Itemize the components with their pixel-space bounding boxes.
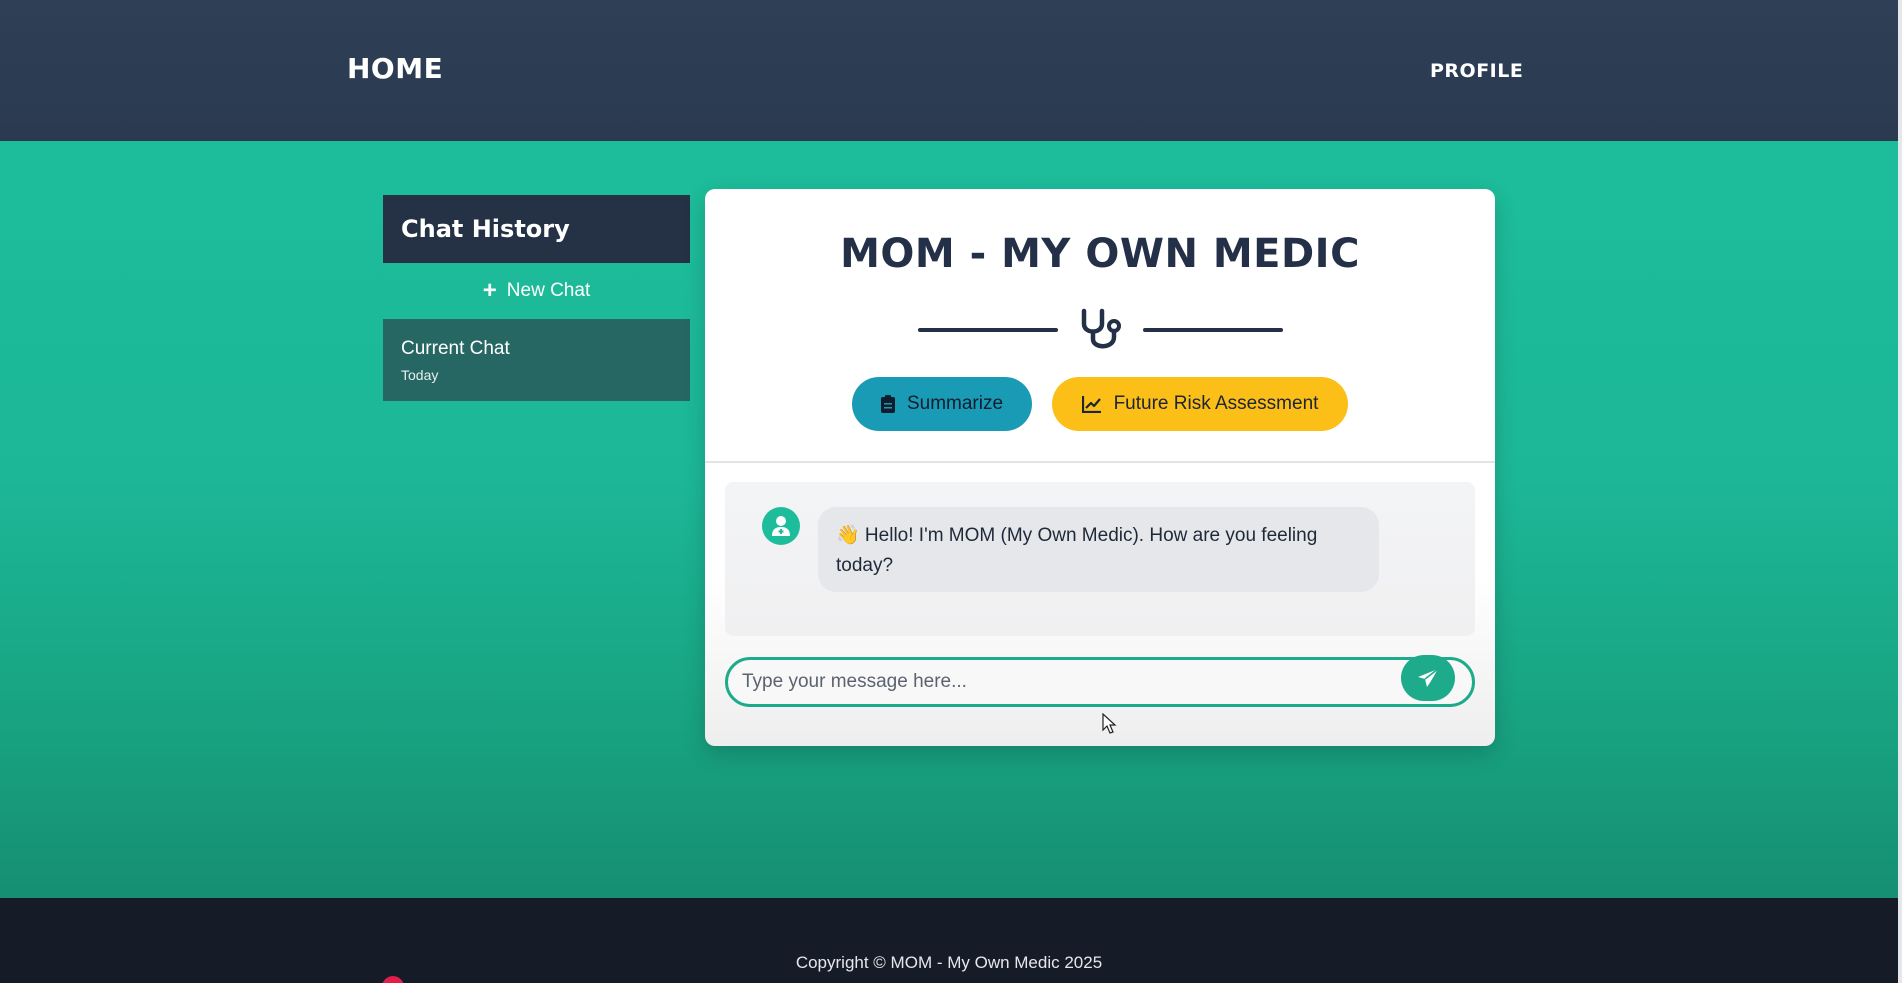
chat-history-title: Chat History <box>383 195 690 263</box>
mouse-cursor-icon <box>1102 713 1117 734</box>
message-list: 👋 Hello! I'm MOM (My Own Medic). How are… <box>725 482 1475 636</box>
app-title: MOM - MY OWN MEDIC <box>840 231 1360 277</box>
divider-line <box>1143 328 1283 332</box>
summarize-label: Summarize <box>906 393 1004 414</box>
send-button[interactable] <box>1401 655 1455 701</box>
summarize-button[interactable]: Summarize <box>852 377 1032 431</box>
top-navbar: HOME PROFILE <box>0 0 1898 141</box>
chat-item-date: Today <box>401 367 439 383</box>
risk-label: Future Risk Assessment <box>1113 393 1319 414</box>
profile-link[interactable]: PROFILE <box>1430 60 1523 82</box>
message-composer <box>725 655 1475 707</box>
title-divider <box>918 304 1283 354</box>
footer: Copyright © MOM - My Own Medic 2025 <box>0 898 1898 983</box>
chart-line-icon <box>1081 396 1101 413</box>
scrollbar[interactable] <box>1898 0 1902 983</box>
home-link[interactable]: HOME <box>347 52 443 85</box>
paper-plane-icon <box>1418 668 1439 687</box>
card-separator <box>705 461 1495 463</box>
new-chat-button[interactable]: + New Chat <box>383 263 690 319</box>
copyright-text: Copyright © MOM - My Own Medic 2025 <box>795 953 1103 972</box>
divider-line <box>918 328 1058 332</box>
notification-dot <box>382 976 404 983</box>
message-input[interactable] <box>742 660 1382 704</box>
stethoscope-icon <box>1081 308 1121 349</box>
chat-history-item[interactable]: Current Chat Today <box>383 319 690 401</box>
chat-history-sidebar: Chat History + New Chat Current Chat Tod… <box>383 195 690 401</box>
plus-icon: + <box>482 277 497 304</box>
future-risk-assessment-button[interactable]: Future Risk Assessment <box>1052 377 1348 431</box>
new-chat-label: New Chat <box>506 280 591 301</box>
doctor-icon <box>762 507 800 545</box>
bot-message: 👋 Hello! I'm MOM (My Own Medic). How are… <box>818 507 1379 592</box>
chat-card: MOM - MY OWN MEDIC Summarize Future Risk… <box>705 189 1495 746</box>
clipboard-icon <box>880 395 895 413</box>
chat-item-title: Current Chat <box>401 338 510 359</box>
